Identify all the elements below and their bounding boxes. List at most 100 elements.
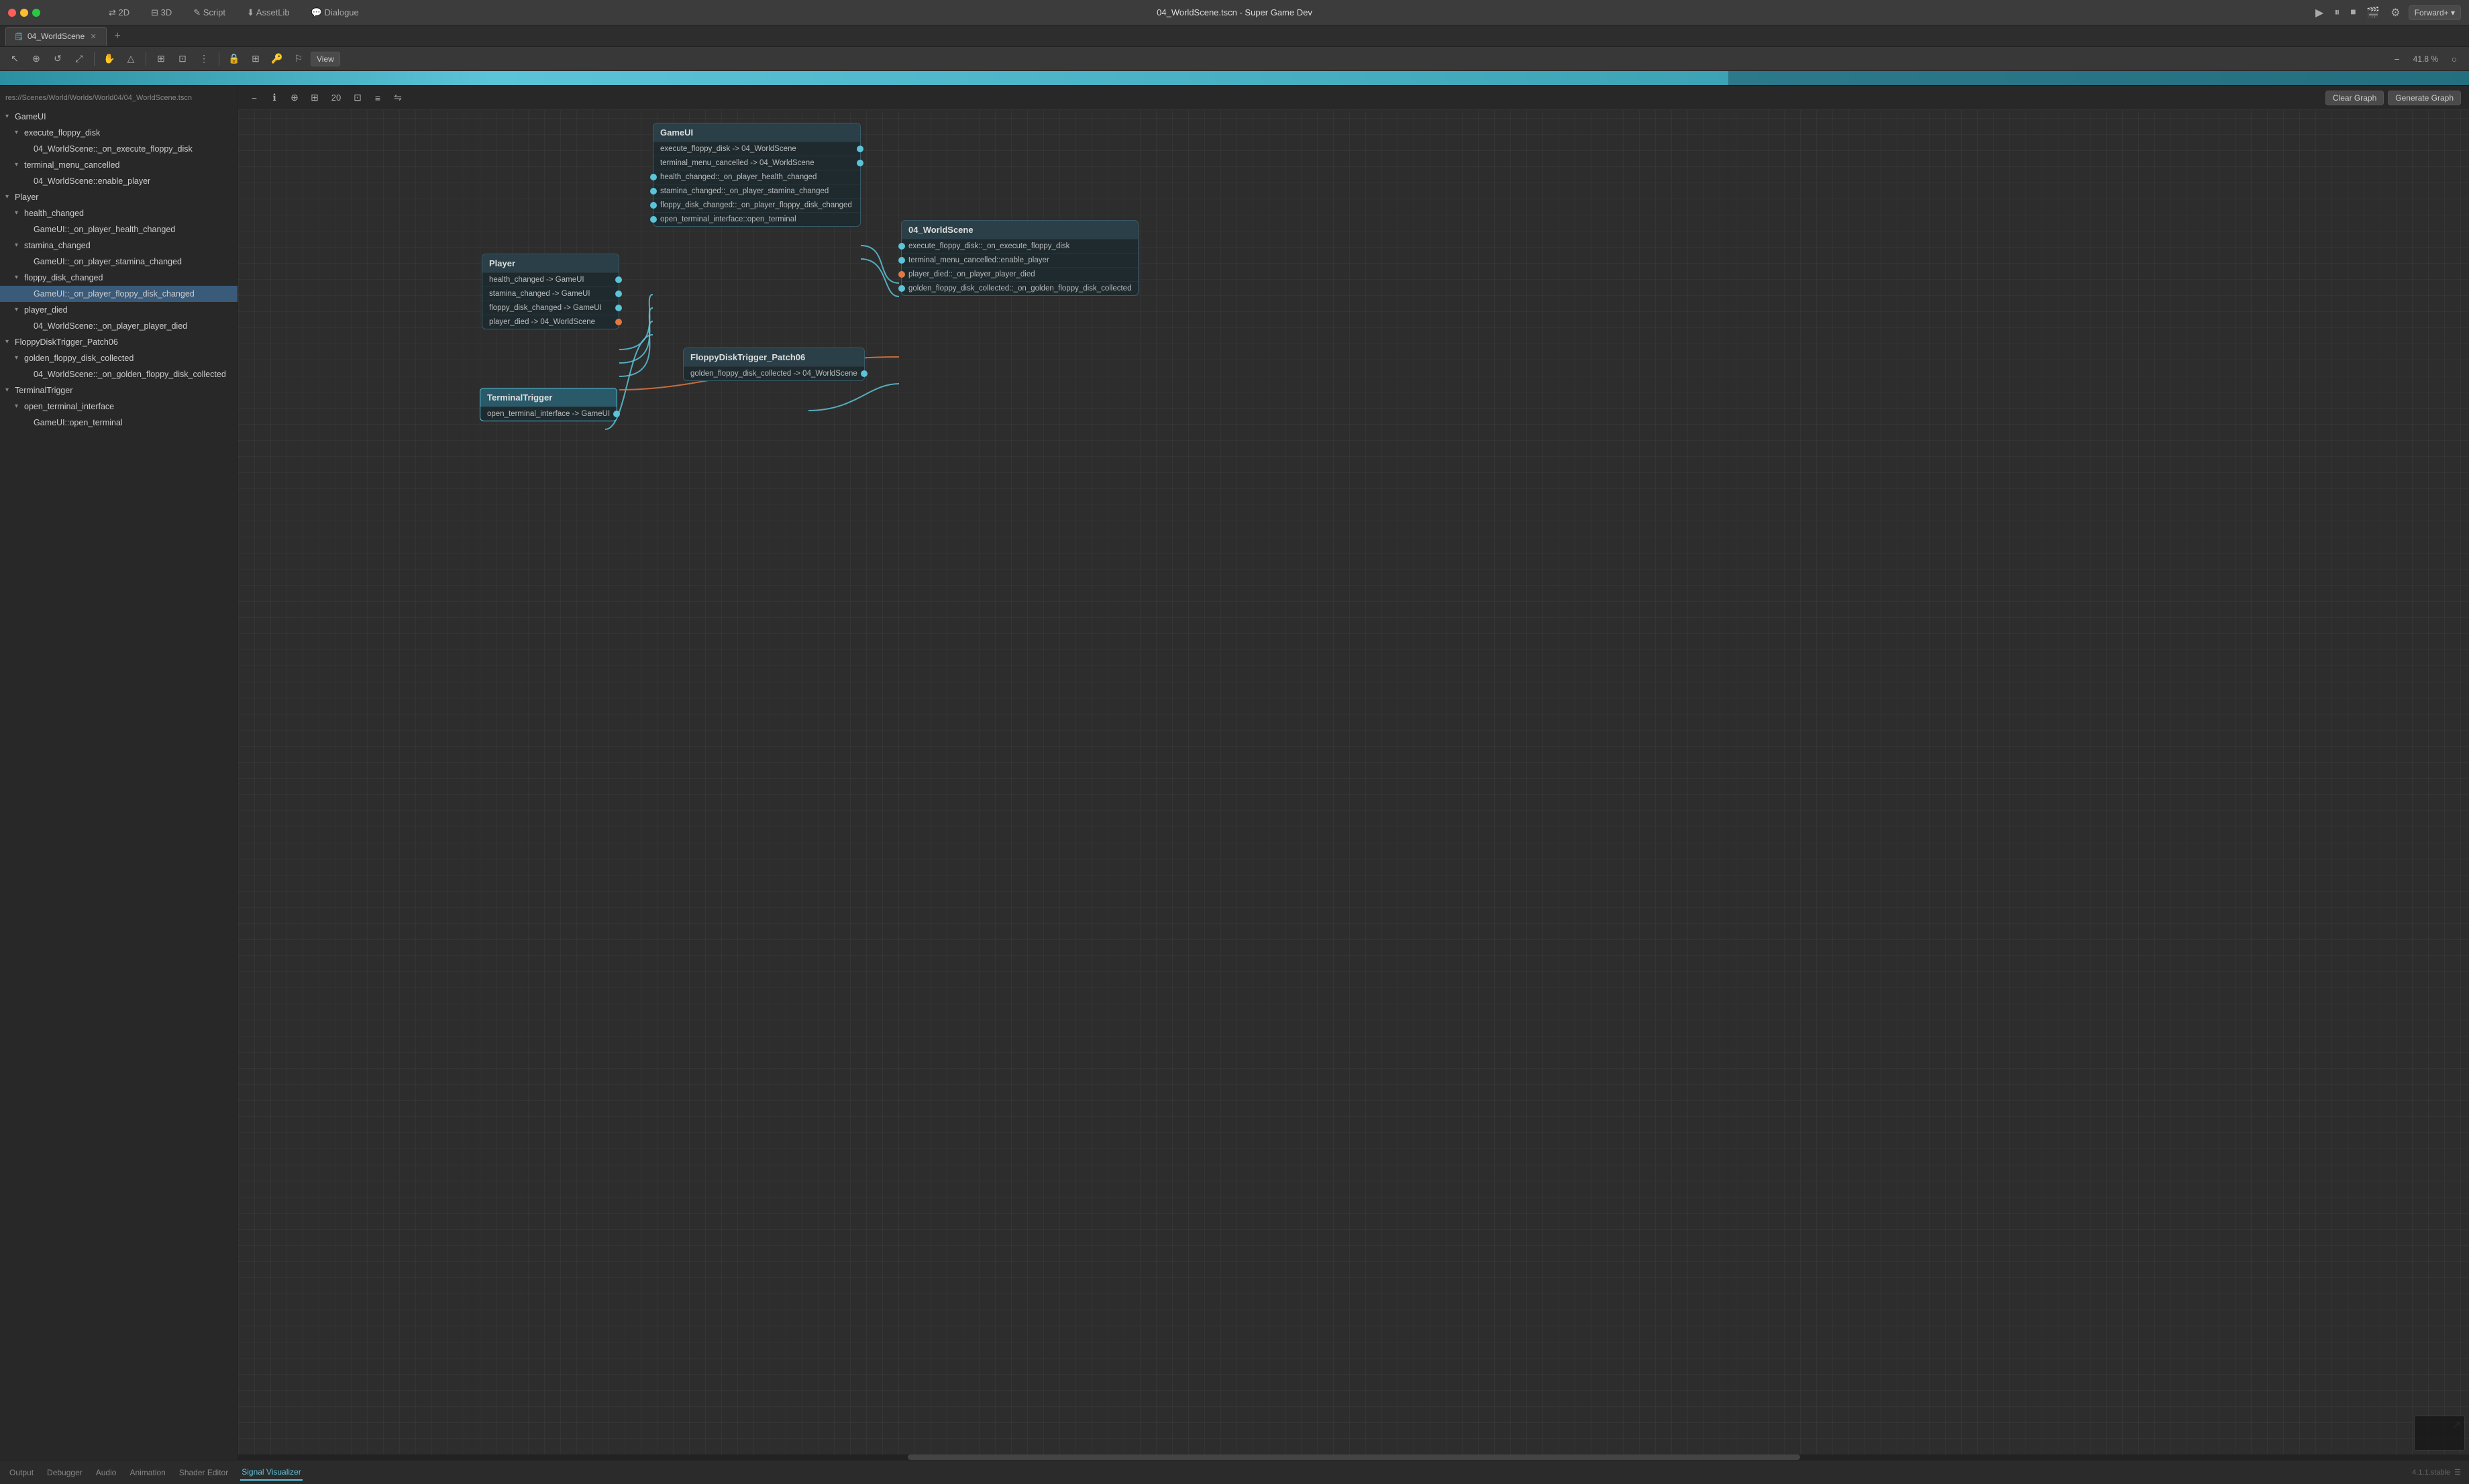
node-row[interactable]: health_changed::_on_player_health_change… (653, 170, 860, 184)
generate-graph-button[interactable]: Generate Graph (2388, 91, 2461, 105)
port-right-orange[interactable] (615, 319, 622, 325)
info-icon[interactable]: ℹ (266, 90, 282, 106)
sidebar-item-floppy-changed[interactable]: ▾floppy_disk_changed (0, 270, 238, 286)
movie-button[interactable]: 🎬 (2364, 5, 2382, 21)
sidebar-item-terminal-trigger[interactable]: ▾TerminalTrigger (0, 382, 238, 399)
node-terminal-trigger[interactable]: TerminalTrigger open_terminal_interface … (480, 388, 617, 421)
zoom-out-graph-icon[interactable]: − (246, 90, 262, 106)
node-gameui[interactable]: GameUI execute_floppy_disk -> 04_WorldSc… (653, 123, 861, 227)
tab-audio[interactable]: Audio (95, 1465, 118, 1480)
scale-tool[interactable]: ⤢ (70, 50, 89, 68)
view-button[interactable]: View (311, 52, 340, 66)
node-row[interactable]: stamina_changed -> GameUI (482, 286, 619, 301)
sidebar-item-player-died[interactable]: ▾player_died (0, 302, 238, 318)
node-row[interactable]: open_terminal_interface -> GameUI (480, 407, 617, 421)
horizontal-scrollbar[interactable] (238, 1454, 2469, 1460)
node-row[interactable]: floppy_disk_changed -> GameUI (482, 301, 619, 315)
port-right[interactable] (857, 160, 863, 166)
node-row[interactable]: player_died::_on_player_player_died (902, 267, 1138, 281)
tab-animation[interactable]: Animation (128, 1465, 166, 1480)
tab-close-button[interactable]: ✕ (89, 32, 98, 41)
sidebar-item-stamina-changed[interactable]: ▾stamina_changed (0, 237, 238, 254)
node-player[interactable]: Player health_changed -> GameUI stamina_… (482, 254, 619, 329)
port-left[interactable] (898, 243, 905, 250)
grid-tool[interactable]: ⊡ (173, 50, 192, 68)
settings-icon[interactable]: ☰ (2454, 1468, 2461, 1477)
node-row[interactable]: open_terminal_interface::open_terminal (653, 212, 860, 226)
node-row[interactable]: player_died -> 04_WorldScene (482, 315, 619, 329)
port-left[interactable] (650, 174, 657, 180)
tab-debugger[interactable]: Debugger (46, 1465, 84, 1480)
node-row[interactable]: execute_floppy_disk -> 04_WorldScene (653, 142, 860, 156)
node-row[interactable]: golden_floppy_disk_collected::_on_golden… (902, 281, 1138, 295)
timeline-ruler[interactable] (0, 71, 2469, 86)
ruler-tool[interactable]: △ (121, 50, 140, 68)
stop-button[interactable]: ⏹ (2348, 5, 2358, 20)
clear-graph-button[interactable]: Clear Graph (2325, 91, 2384, 105)
port-left[interactable] (650, 202, 657, 209)
zoom-out-button[interactable]: − (2388, 50, 2407, 68)
nav-dialogue[interactable]: 💬 Dialogue (307, 6, 363, 19)
anchor-tool[interactable]: ⊞ (152, 50, 170, 68)
minimap[interactable] (2414, 1416, 2465, 1450)
port-right[interactable] (615, 305, 622, 311)
rotate-tool[interactable]: ↺ (48, 50, 67, 68)
nav-3d[interactable]: ⊟ 3D (147, 6, 176, 19)
sidebar-item-gameui[interactable]: ▾GameUI (0, 109, 238, 125)
sidebar-item-on-stamina-changed[interactable]: GameUI::_on_player_stamina_changed (0, 254, 238, 270)
sidebar-item-on-health-changed[interactable]: GameUI::_on_player_health_changed (0, 221, 238, 237)
sidebar-item-health-changed[interactable]: ▾health_changed (0, 205, 238, 221)
graph-area[interactable]: − ℹ ⊕ ⊞ 20 ⊡ ≡ ⇋ Clear Graph Generate Gr… (238, 86, 2469, 1460)
nav-assetlib[interactable]: ⬇ AssetLib (243, 6, 294, 19)
minimize-button[interactable] (20, 9, 28, 17)
flag-tool[interactable]: ⚐ (289, 50, 308, 68)
nav-script[interactable]: ✎ Script (189, 6, 229, 19)
node-floppy-trigger[interactable]: FloppyDiskTrigger_Patch06 golden_floppy_… (683, 348, 865, 381)
select-tool[interactable]: ↖ (5, 50, 24, 68)
tab-signal-visualizer[interactable]: Signal Visualizer (240, 1465, 303, 1481)
hand-tool[interactable]: ✋ (100, 50, 119, 68)
connect-icon[interactable]: ⇋ (390, 90, 406, 106)
port-left[interactable] (898, 285, 905, 292)
port-left-orange[interactable] (898, 271, 905, 278)
sidebar-item-player[interactable]: ▾Player (0, 189, 238, 205)
grid-icon[interactable]: ⊞ (307, 90, 323, 106)
more-tools[interactable]: ⋮ (195, 50, 213, 68)
sidebar-item-terminal-menu[interactable]: ▾terminal_menu_cancelled (0, 157, 238, 173)
sidebar-item-on-execute-floppy[interactable]: 04_WorldScene::_on_execute_floppy_disk (0, 141, 238, 157)
scrollbar-thumb[interactable] (908, 1454, 1800, 1460)
port-right[interactable] (615, 276, 622, 283)
debug-button[interactable]: ⚙ (2388, 5, 2403, 21)
close-button[interactable] (8, 9, 16, 17)
move-tool[interactable]: ⊕ (27, 50, 46, 68)
node-worldscene[interactable]: 04_WorldScene execute_floppy_disk::_on_e… (901, 220, 1139, 296)
sidebar-item-enable-player[interactable]: 04_WorldScene::enable_player (0, 173, 238, 189)
node-row[interactable]: floppy_disk_changed::_on_player_floppy_d… (653, 198, 860, 212)
node-row[interactable]: health_changed -> GameUI (482, 272, 619, 286)
sidebar-item-on-golden-floppy[interactable]: 04_WorldScene::_on_golden_floppy_disk_co… (0, 366, 238, 382)
nav-2d[interactable]: ⇄ 2D (105, 6, 134, 19)
tab-output[interactable]: Output (8, 1465, 35, 1480)
tab-worldscene[interactable]: 🗒 04_WorldScene ✕ (5, 27, 107, 46)
sidebar-item-open-terminal[interactable]: ▾open_terminal_interface (0, 399, 238, 415)
node-row[interactable]: execute_floppy_disk::_on_execute_floppy_… (902, 239, 1138, 253)
layout-icon[interactable]: ≡ (370, 90, 386, 106)
port-right[interactable] (613, 411, 620, 417)
port-right[interactable] (861, 370, 868, 377)
pause-button[interactable]: ⏸ (2331, 5, 2342, 20)
port-left[interactable] (650, 188, 657, 195)
port-right[interactable] (615, 290, 622, 297)
node-row[interactable]: terminal_menu_cancelled::enable_player (902, 253, 1138, 267)
new-tab-button[interactable]: + (109, 28, 125, 44)
sidebar-item-gameui-open-terminal[interactable]: GameUI::open_terminal (0, 415, 238, 431)
sidebar-item-on-floppy-changed[interactable]: GameUI::_on_player_floppy_disk_changed (0, 286, 238, 302)
maximize-button[interactable] (32, 9, 40, 17)
sidebar-item-on-player-died[interactable]: 04_WorldScene::_on_player_player_died (0, 318, 238, 334)
sidebar-item-floppy-trigger[interactable]: ▾FloppyDiskTrigger_Patch06 (0, 334, 238, 350)
play-button[interactable]: ▶ (2313, 5, 2326, 21)
renderer-dropdown[interactable]: Forward+ ▾ (2409, 5, 2461, 20)
port-right[interactable] (857, 146, 863, 152)
add-node-icon[interactable]: ⊕ (286, 90, 303, 106)
port-left[interactable] (650, 216, 657, 223)
sidebar-item-execute-floppy[interactable]: ▾execute_floppy_disk (0, 125, 238, 141)
